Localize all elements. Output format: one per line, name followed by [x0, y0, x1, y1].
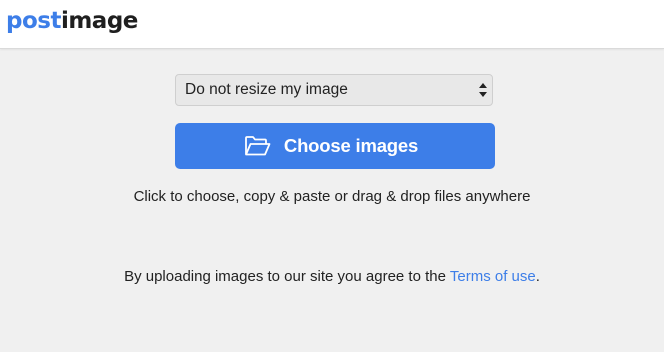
terms-prefix: By uploading images to our site you agre… — [124, 268, 450, 285]
resize-select-value: Do not resize my image — [185, 81, 348, 98]
resize-select[interactable]: Do not resize my image — [175, 74, 493, 106]
updown-arrows-icon — [479, 83, 487, 97]
folder-open-icon — [245, 136, 271, 156]
postimage-logo[interactable]: postimage — [6, 7, 138, 35]
terms-of-use-link[interactable]: Terms of use — [450, 268, 536, 285]
header: postimage — [0, 0, 664, 49]
logo-text-post: post — [6, 8, 61, 34]
terms-suffix: . — [535, 268, 540, 285]
logo-text-image: image — [60, 8, 138, 34]
upload-hint: Click to choose, copy & paste or drag & … — [133, 188, 531, 205]
upload-area[interactable]: Do not resize my image Choose images Cli… — [0, 49, 664, 352]
choose-images-button[interactable]: Choose images — [175, 123, 495, 169]
choose-images-label: Choose images — [283, 135, 419, 156]
terms-notice: By uploading images to our site you agre… — [0, 268, 664, 285]
